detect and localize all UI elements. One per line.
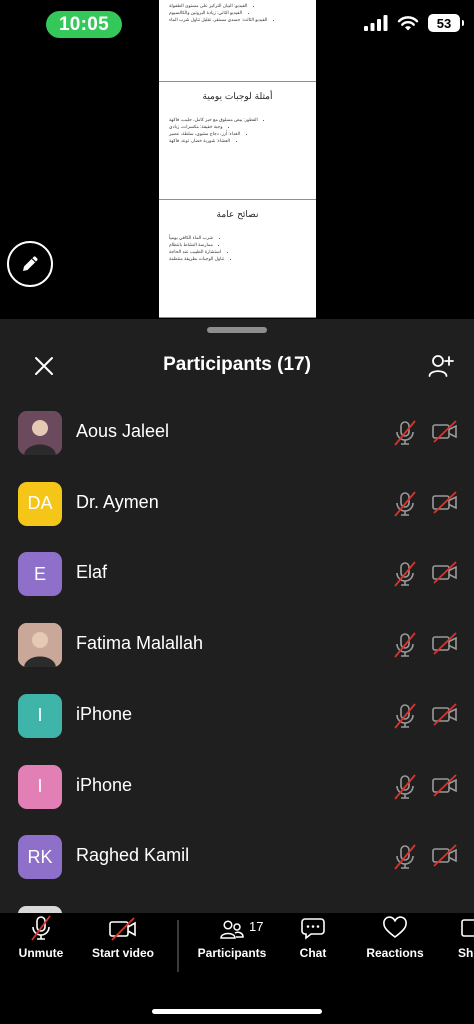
participant-row[interactable]: RK Raghed Kamil bbox=[0, 822, 474, 892]
share-label: Sh bbox=[458, 946, 474, 960]
slide-3: نصائح عامة شرب الماء الكافي يومياً ممارس… bbox=[159, 200, 316, 318]
muted-mic-icon bbox=[392, 559, 418, 594]
share-button[interactable]: Sh bbox=[458, 914, 474, 976]
avatar-initials: RK bbox=[18, 835, 62, 880]
avatar-initials-text: E bbox=[33, 563, 46, 584]
muted-mic-icon bbox=[392, 701, 418, 736]
participant-row[interactable]: IiPhone bbox=[0, 681, 474, 751]
share-icon bbox=[461, 919, 474, 937]
muted-mic-icon bbox=[392, 489, 418, 524]
participant-row[interactable]: E Elaf bbox=[0, 539, 474, 609]
slide-bullet: وجبة خفيفة: مكسرات، زبادي bbox=[169, 123, 316, 130]
reactions-button[interactable]: Reactions bbox=[362, 914, 428, 976]
participant-row[interactable]: IiPhone bbox=[0, 752, 474, 822]
slide-bullet: الفيديو الثاني: زيادة البروتين والكالسيو… bbox=[169, 9, 316, 16]
participant-name: iPhone bbox=[76, 774, 133, 795]
participant-name: Dr. Aymen bbox=[76, 491, 159, 512]
slide-bullet: استشارة الطبيب عند الحاجة bbox=[169, 248, 316, 255]
participants-count-badge: 17 bbox=[249, 919, 264, 934]
unmute-label: Unmute bbox=[18, 946, 64, 960]
toolbar-divider bbox=[177, 920, 179, 972]
avatar-photo bbox=[18, 411, 62, 455]
start-video-label: Start video bbox=[91, 946, 154, 960]
avatar-initials-text: RK bbox=[27, 846, 53, 867]
people-icon bbox=[220, 920, 244, 939]
slide-bullet: الفطور: بيض مسلوق مع خبز كامل، حليب، فاك… bbox=[169, 116, 316, 123]
muted-mic-icon bbox=[392, 630, 418, 665]
video-off-icon bbox=[432, 491, 458, 520]
slide-bullet: الغداء: أرز، دجاج مشوي، سلطة، عصير bbox=[169, 130, 316, 137]
video-off-icon bbox=[432, 844, 458, 873]
avatar-initials-text: I bbox=[37, 776, 43, 796]
battery-indicator: 53 bbox=[428, 14, 464, 32]
participant-row[interactable]: Aous Jaleel bbox=[0, 398, 474, 468]
avatar-initials: I bbox=[18, 693, 62, 738]
add-person-icon bbox=[428, 355, 454, 377]
slide-bullet: تناول الوجبات بطريقة منتظمة bbox=[169, 255, 316, 262]
participant-name: Fatima Malallah bbox=[76, 633, 204, 654]
panel-title: Participants (17) bbox=[163, 354, 311, 375]
chat-icon bbox=[301, 918, 325, 940]
slide-bullet: العشاء: شوربة خضار، تونة، فاكهة bbox=[169, 137, 316, 144]
start-video-button[interactable]: Start video bbox=[86, 914, 160, 976]
video-off-icon bbox=[432, 703, 458, 732]
status-time: 10:05 bbox=[46, 11, 122, 38]
home-indicator[interactable] bbox=[152, 1009, 322, 1014]
participant-name: Aous Jaleel bbox=[76, 421, 170, 441]
avatar-photo bbox=[18, 623, 62, 668]
video-off-icon bbox=[432, 420, 458, 449]
slide-title: نصائح عامة bbox=[216, 210, 259, 220]
slide-bullet: ممارسة النشاط بانتظام bbox=[169, 241, 316, 248]
unmute-button[interactable]: Unmute bbox=[10, 914, 72, 976]
chat-button[interactable]: Chat bbox=[292, 914, 334, 976]
wifi-icon bbox=[397, 16, 419, 31]
participant-row[interactable]: Fatima Malallah bbox=[0, 610, 474, 680]
participant-row[interactable]: DA Dr. Aymen bbox=[0, 469, 474, 539]
cellular-signal-icon bbox=[364, 15, 388, 31]
participant-name: Raghed Kamil bbox=[76, 845, 190, 866]
slide-title: أمثلة لوجبات يومية bbox=[202, 92, 273, 102]
video-off-icon bbox=[432, 773, 458, 803]
avatar-initials-text: DA bbox=[27, 493, 53, 514]
add-participant-button[interactable] bbox=[426, 352, 456, 380]
chat-label: Chat bbox=[299, 946, 327, 960]
status-icons: 53 bbox=[364, 14, 464, 32]
avatar-initials: DA bbox=[18, 481, 62, 526]
video-off-icon bbox=[432, 561, 458, 590]
avatar-initials: I bbox=[18, 764, 62, 809]
slide-2: أمثلة لوجبات يومية الفطور: بيض مسلوق مع … bbox=[159, 82, 316, 200]
avatar-initials: E bbox=[18, 552, 62, 597]
muted-mic-icon bbox=[392, 772, 418, 807]
heart-icon bbox=[383, 916, 407, 939]
avatar-initials-text: I bbox=[37, 705, 43, 726]
sheet-grabber[interactable] bbox=[207, 327, 267, 333]
muted-mic-icon bbox=[392, 842, 418, 877]
slide-bullet: الفيديو الثالث: جسدي مستقر، تقليل تناول … bbox=[169, 16, 316, 23]
muted-mic-icon bbox=[31, 915, 51, 941]
video-off-icon bbox=[432, 632, 458, 661]
slide-bullet: الفيديو: البيان التركيز على مستوى الطفول… bbox=[169, 2, 316, 9]
participants-label: Participants bbox=[197, 946, 267, 960]
slide-bullet: شرب الماء الكافي يومياً bbox=[169, 234, 316, 241]
muted-mic-icon bbox=[392, 418, 418, 453]
pencil-icon bbox=[23, 256, 38, 271]
slide-1: الفيديو: البيان التركيز على مستوى الطفول… bbox=[159, 0, 316, 82]
participant-name: iPhone bbox=[76, 703, 133, 724]
reactions-label: Reactions bbox=[366, 946, 424, 960]
shared-document[interactable]: الفيديو: البيان التركيز على مستوى الطفول… bbox=[159, 0, 316, 318]
participant-name: Elaf bbox=[76, 562, 108, 583]
annotate-button[interactable] bbox=[7, 241, 53, 287]
video-off-icon bbox=[109, 917, 136, 941]
